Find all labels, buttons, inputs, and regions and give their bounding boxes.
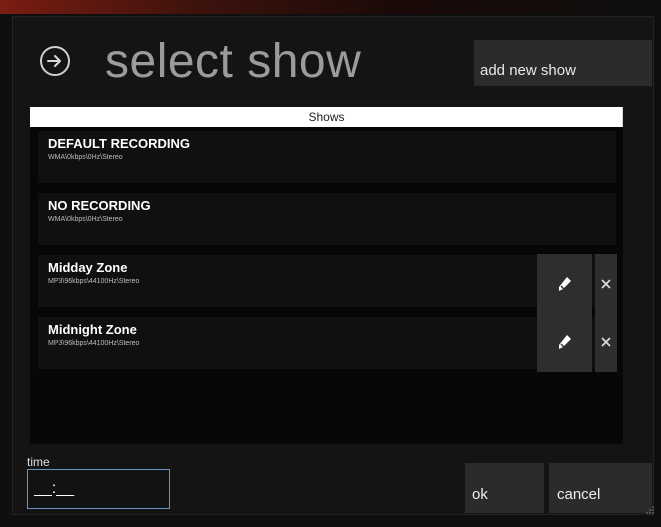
back-button[interactable] — [40, 46, 70, 76]
show-name: NO RECORDING — [48, 198, 151, 213]
delete-show-button[interactable] — [595, 312, 617, 372]
edit-show-button[interactable] — [537, 312, 592, 372]
pencil-icon — [559, 277, 571, 291]
add-new-show-button[interactable]: add new show — [474, 40, 652, 86]
shows-header-label: Shows — [308, 110, 345, 124]
show-name: Midnight Zone — [48, 322, 137, 337]
time-label: time — [27, 455, 50, 469]
page-title: select show — [105, 35, 362, 88]
edit-show-button[interactable] — [537, 254, 592, 314]
cancel-button[interactable]: cancel — [549, 463, 652, 513]
show-name: DEFAULT RECORDING — [48, 136, 191, 151]
time-input[interactable] — [27, 469, 170, 509]
shows-list-header: Shows — [30, 107, 623, 127]
list-item[interactable]: Midday Zone MP3\96kbps\44100Hz\Stereo — [38, 255, 616, 307]
show-format: WMA\0kbps\0Hz\Stereo — [48, 216, 123, 223]
header-divider — [622, 107, 623, 127]
show-name: Midday Zone — [48, 260, 128, 275]
show-format: MP3\96kbps\44100Hz\Stereo — [48, 340, 140, 347]
resize-grip-icon[interactable] — [645, 505, 655, 515]
list-item[interactable]: Midnight Zone MP3\96kbps\44100Hz\Stereo — [38, 317, 616, 369]
list-item[interactable]: DEFAULT RECORDING WMA\0kbps\0Hz\Stereo — [38, 131, 616, 183]
list-item[interactable]: NO RECORDING WMA\0kbps\0Hz\Stereo — [38, 193, 616, 245]
show-format: MP3\96kbps\44100Hz\Stereo — [48, 278, 140, 285]
show-format: WMA\0kbps\0Hz\Stereo — [48, 154, 123, 161]
ok-button[interactable]: ok — [465, 463, 544, 513]
arrow-circle-right-icon — [47, 55, 61, 67]
close-icon — [601, 279, 611, 289]
close-icon — [601, 337, 611, 347]
pencil-icon — [559, 335, 571, 349]
window-top-strip — [0, 0, 661, 14]
delete-show-button[interactable] — [595, 254, 617, 314]
